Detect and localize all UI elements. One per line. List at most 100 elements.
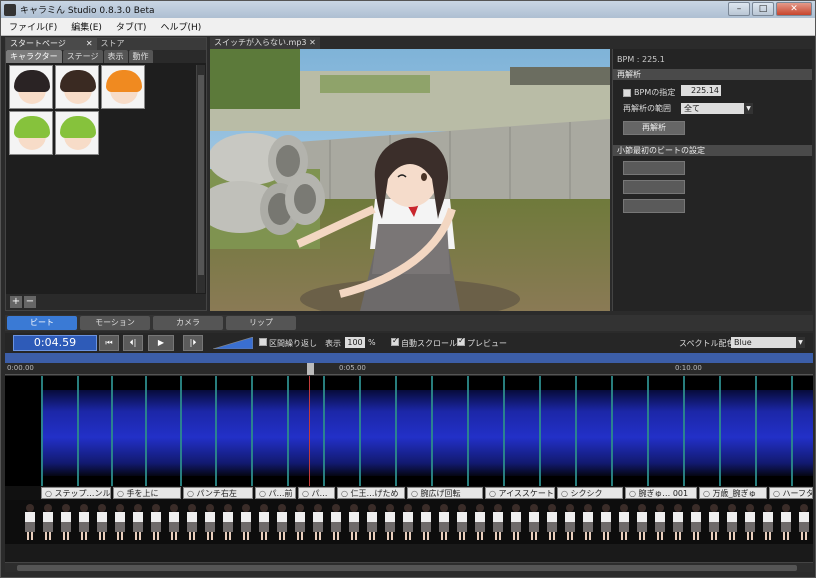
add-character-button[interactable]: + [10,296,22,308]
tab-start-page[interactable]: スタートページ ✕ [6,38,97,50]
preview-checkbox[interactable] [457,336,465,346]
viewport-tab[interactable]: スイッチが入らない.mp3 ✕ [210,37,320,49]
menu-file[interactable]: ファイル(F) [9,20,57,33]
beat-marker[interactable] [323,376,325,486]
motion-frame [599,504,613,540]
bpm-value-input[interactable]: 225.14 [681,85,721,96]
bpm-specify-row[interactable]: BPMの指定 [623,87,675,98]
beat-marker[interactable] [215,376,217,486]
tab-camera[interactable]: カメラ [153,316,223,330]
motion-frame [743,504,757,540]
beat-marker[interactable] [647,376,649,486]
character-thumbnail[interactable] [101,65,145,109]
auto-scroll-label: 自動スクロール [401,339,457,348]
hscroll-thumb[interactable] [17,565,797,571]
motion-thumbnails[interactable] [5,500,813,544]
close-button[interactable]: ✕ [776,2,812,16]
beat-marker[interactable] [683,376,685,486]
beat-setting-button-3[interactable] [623,199,685,213]
to-start-button[interactable]: ⏮ [99,335,119,351]
motion-frame [23,504,37,540]
beat-marker[interactable] [431,376,433,486]
beat-marker[interactable] [503,376,505,486]
auto-scroll-checkbox[interactable] [391,336,399,346]
beat-marker[interactable] [180,376,182,486]
3d-viewport[interactable] [210,49,610,311]
menu-tab[interactable]: タブ(T) [116,20,147,33]
zoom-input[interactable]: 100 [345,337,365,348]
bpm-specify-checkbox[interactable] [623,88,631,97]
spectrum-view[interactable] [5,376,813,486]
beat-marker[interactable] [611,376,613,486]
character-thumbnail[interactable] [9,65,53,109]
motion-label[interactable]: 手を上に [113,487,181,499]
beat-marker[interactable] [467,376,469,486]
beat-marker[interactable] [539,376,541,486]
beat-marker[interactable] [41,376,43,486]
motion-frame [59,504,73,540]
beat-marker[interactable] [111,376,113,486]
character-thumbnail[interactable] [55,65,99,109]
volume-slider[interactable] [213,337,253,349]
beat-marker[interactable] [719,376,721,486]
motion-frame [329,504,343,540]
motion-label[interactable]: 仁王…げため [337,487,405,499]
tab-beat[interactable]: ビート [7,316,77,330]
tab-display[interactable]: 表示 [103,50,128,63]
time-ruler[interactable]: 0:00.00 0:05.00 0:10.00 [5,363,813,375]
remove-character-button[interactable]: − [24,296,36,308]
motion-label[interactable]: シクシク [557,487,623,499]
motion-label[interactable]: パ… [298,487,335,499]
tab-close-icon[interactable]: ✕ [86,38,93,50]
viewport-tab-close-icon[interactable]: ✕ [309,38,316,47]
beat-marker[interactable] [395,376,397,486]
overview-bar[interactable] [5,353,813,363]
horizontal-scrollbar[interactable] [5,562,813,572]
scroll-thumb[interactable] [198,75,204,275]
tab-motion[interactable]: 動作 [128,50,153,63]
character-thumbnail[interactable] [55,111,99,155]
menu-help[interactable]: ヘルプ(H) [160,20,201,33]
motion-label[interactable]: 腕ぎゅ… 001 [625,487,697,499]
window-title: キャラミん Studio 0.8.3.0 Beta [20,6,155,16]
beat-marker[interactable] [145,376,147,486]
motion-label[interactable]: ステップ…ンルン [41,487,111,499]
beat-setting-button-2[interactable] [623,180,685,194]
beat-marker[interactable] [575,376,577,486]
tab-stage[interactable]: ステージ [62,50,103,63]
play-button[interactable]: ▶ [148,335,174,351]
reanalyze-button[interactable]: 再解析 [623,121,685,135]
motion-label[interactable]: パンチ右左 [183,487,253,499]
beat-marker[interactable] [287,376,289,486]
tab-character[interactable]: キャラクター [6,50,62,63]
beat-marker[interactable] [755,376,757,486]
window-controls: – □ ✕ [728,2,812,16]
maximize-button[interactable]: □ [752,2,774,16]
motion-label[interactable]: アイススケート [485,487,555,499]
motion-label[interactable]: パ…前 [255,487,296,499]
range-select[interactable]: 全て ▼ [681,103,753,114]
motion-label[interactable]: 万歳_腕ぎゅ [699,487,767,499]
minimize-button[interactable]: – [728,2,750,16]
motion-frame [383,504,397,540]
motion-label[interactable]: ハーフタ [769,487,813,499]
beat-marker[interactable] [791,376,793,486]
tab-motion-mode[interactable]: モーション [80,316,150,330]
tab-lip[interactable]: リップ [226,316,296,330]
loop-label: 区間繰り返し [269,339,317,348]
character-thumbnail[interactable] [9,111,53,155]
playhead-handle[interactable] [307,363,314,375]
motion-label[interactable]: 腕広げ回転 [407,487,483,499]
beat-marker[interactable] [251,376,253,486]
doc-tabs: スタートページ ✕ ストア [6,38,206,50]
menu-edit[interactable]: 編集(E) [71,20,102,33]
vertical-scrollbar[interactable] [196,65,205,293]
loop-checkbox[interactable] [259,338,267,346]
beat-marker[interactable] [359,376,361,486]
spectrum-color-select[interactable]: Blue ▼ [731,337,805,348]
next-beat-button[interactable]: |⏵ [183,335,203,351]
beat-marker[interactable] [77,376,79,486]
prev-beat-button[interactable]: ⏴| [123,335,143,351]
tab-store[interactable]: ストア [97,38,129,50]
beat-setting-button-1[interactable] [623,161,685,175]
